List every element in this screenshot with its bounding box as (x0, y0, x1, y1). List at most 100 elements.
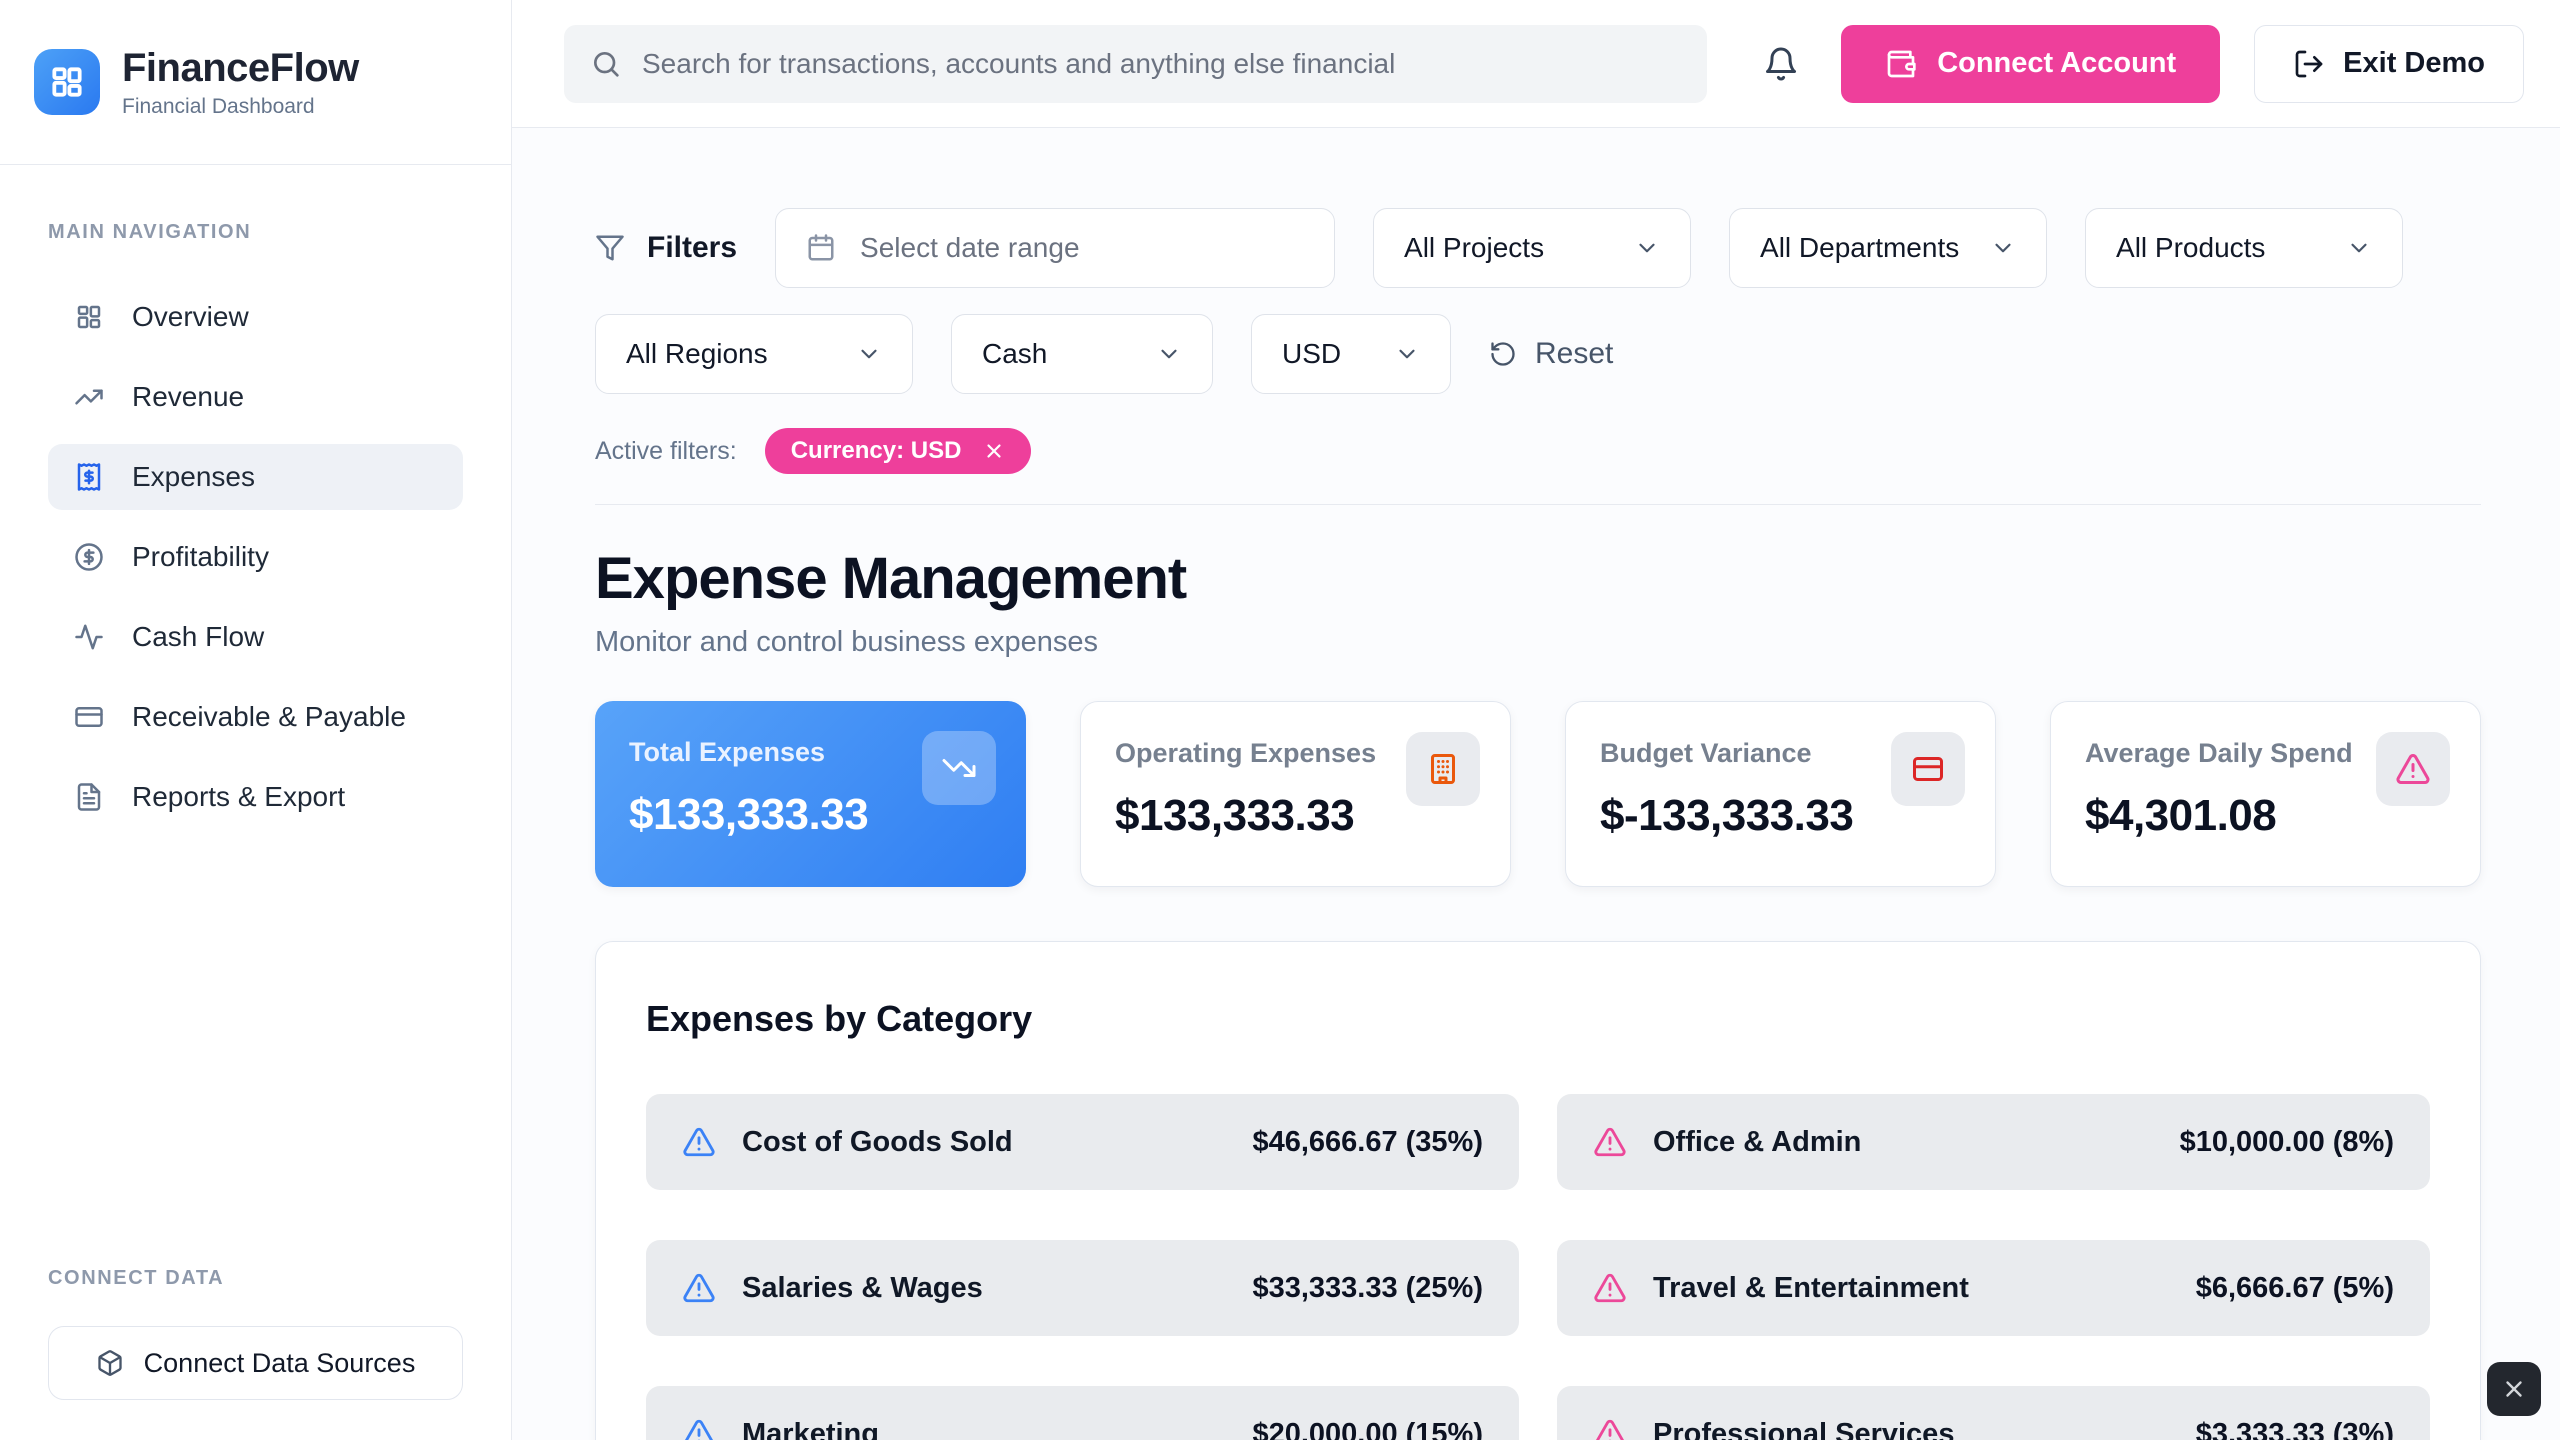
wallet-icon (1885, 48, 1917, 80)
regions-select-value: All Regions (626, 338, 768, 370)
connect-account-button[interactable]: Connect Account (1841, 25, 2220, 103)
alert-triangle-icon (682, 1271, 716, 1305)
calendar-icon (806, 233, 836, 263)
exit-demo-button[interactable]: Exit Demo (2254, 25, 2524, 103)
rotate-ccw-icon (1489, 340, 1517, 368)
connect-account-label: Connect Account (1937, 47, 2176, 80)
sidebar: FinanceFlow Financial Dashboard MAIN NAV… (0, 0, 512, 1440)
departments-select-value: All Departments (1760, 232, 1959, 264)
category-value: $20,000.00 (15%) (1252, 1418, 1483, 1440)
main-navigation: MAIN NAVIGATION Overview Revenue Expense… (0, 165, 511, 1267)
sidebar-item-reports-export[interactable]: Reports & Export (48, 764, 463, 830)
category-row-cost-of-goods-sold[interactable]: Cost of Goods Sold $46,666.67 (35%) (646, 1094, 1519, 1190)
active-filters-label: Active filters: (595, 437, 737, 466)
currency-filter-chip[interactable]: Currency: USD (765, 428, 1032, 474)
reset-filters-button[interactable]: Reset (1489, 337, 1613, 371)
credit-card-icon (1891, 732, 1965, 806)
projects-select[interactable]: All Projects (1373, 208, 1691, 288)
close-icon[interactable] (983, 440, 1005, 462)
sidebar-item-label: Cash Flow (132, 621, 264, 653)
app-title: FinanceFlow (122, 46, 359, 91)
alert-triangle-icon (1593, 1125, 1627, 1159)
page-header: Expense Management Monitor and control b… (563, 505, 2513, 659)
stat-card-operating-expenses[interactable]: Operating Expenses $133,333.33 (1080, 701, 1511, 887)
products-select-value: All Products (2116, 232, 2265, 264)
connect-data-section: CONNECT DATA Connect Data Sources (0, 1267, 511, 1440)
building-icon (1406, 732, 1480, 806)
file-text-icon (74, 782, 104, 812)
departments-select[interactable]: All Departments (1729, 208, 2047, 288)
category-name: Marketing (742, 1418, 1226, 1440)
package-icon (96, 1349, 124, 1377)
category-name: Cost of Goods Sold (742, 1126, 1226, 1159)
currency-select[interactable]: USD (1251, 314, 1451, 394)
category-name: Office & Admin (1653, 1126, 2154, 1159)
connect-data-sources-label: Connect Data Sources (144, 1348, 416, 1379)
projects-select-value: All Projects (1404, 232, 1544, 264)
category-value: $46,666.67 (35%) (1252, 1126, 1483, 1159)
page-content: Filters Select date range All Projects A… (512, 128, 2560, 1440)
chevron-down-icon (856, 341, 882, 367)
bell-icon (1763, 46, 1799, 82)
alert-triangle-icon (1593, 1271, 1627, 1305)
sidebar-item-label: Expenses (132, 461, 255, 493)
alert-triangle-icon (1593, 1417, 1627, 1440)
category-row-salaries-wages[interactable]: Salaries & Wages $33,333.33 (25%) (646, 1240, 1519, 1336)
products-select[interactable]: All Products (2085, 208, 2403, 288)
log-out-icon (2293, 48, 2325, 80)
trending-up-icon (74, 382, 104, 412)
notifications-button[interactable] (1755, 38, 1807, 90)
activity-icon (74, 622, 104, 652)
regions-select[interactable]: All Regions (595, 314, 913, 394)
date-range-placeholder: Select date range (860, 232, 1080, 264)
filters-label: Filters (647, 231, 737, 265)
sidebar-item-receivable-payable[interactable]: Receivable & Payable (48, 684, 463, 750)
date-range-input[interactable]: Select date range (775, 208, 1335, 288)
exit-demo-label: Exit Demo (2343, 47, 2485, 80)
brand-logo (34, 49, 100, 115)
sidebar-item-cash-flow[interactable]: Cash Flow (48, 604, 463, 670)
page-subtitle: Monitor and control business expenses (595, 626, 2481, 659)
sidebar-item-overview[interactable]: Overview (48, 284, 463, 350)
close-overlay-button[interactable] (2487, 1362, 2541, 1416)
sidebar-item-label: Receivable & Payable (132, 701, 406, 733)
category-row-travel-entertainment[interactable]: Travel & Entertainment $6,666.67 (5%) (1557, 1240, 2430, 1336)
sidebar-item-revenue[interactable]: Revenue (48, 364, 463, 430)
stat-card-total-expenses[interactable]: Total Expenses $133,333.33 (595, 701, 1026, 887)
sidebar-item-label: Overview (132, 301, 249, 333)
expenses-by-category-title: Expenses by Category (646, 998, 2430, 1040)
category-list: Cost of Goods Sold $46,666.67 (35%) Offi… (646, 1094, 2430, 1440)
app-subtitle: Financial Dashboard (122, 95, 359, 119)
alert-triangle-icon (682, 1125, 716, 1159)
category-value: $3,333.33 (3%) (2196, 1418, 2394, 1440)
stat-cards: Total Expenses $133,333.33 Operating Exp… (595, 701, 2481, 887)
connect-data-sources-button[interactable]: Connect Data Sources (48, 1326, 463, 1400)
credit-card-icon (74, 702, 104, 732)
reset-label: Reset (1535, 337, 1613, 371)
active-filters-row: Active filters: Currency: USD (595, 428, 2481, 474)
category-value: $33,333.33 (25%) (1252, 1272, 1483, 1305)
category-row-professional-services[interactable]: Professional Services $3,333.33 (3%) (1557, 1386, 2430, 1440)
topbar: Connect Account Exit Demo (512, 0, 2560, 128)
category-name: Salaries & Wages (742, 1272, 1226, 1305)
category-row-marketing[interactable]: Marketing $20,000.00 (15%) (646, 1386, 1519, 1440)
category-row-office-admin[interactable]: Office & Admin $10,000.00 (8%) (1557, 1094, 2430, 1190)
brand: FinanceFlow Financial Dashboard (0, 0, 511, 165)
account-type-select[interactable]: Cash (951, 314, 1213, 394)
stat-card-budget-variance[interactable]: Budget Variance $-133,333.33 (1565, 701, 1996, 887)
stat-card-average-daily-spend[interactable]: Average Daily Spend $4,301.08 (2050, 701, 2481, 887)
category-name: Travel & Entertainment (1653, 1272, 2170, 1305)
dollar-circle-icon (74, 542, 104, 572)
chevron-down-icon (1634, 235, 1660, 261)
search-input[interactable] (642, 48, 1681, 80)
sidebar-item-label: Reports & Export (132, 781, 345, 813)
currency-filter-chip-label: Currency: USD (791, 437, 962, 465)
sidebar-item-profitability[interactable]: Profitability (48, 524, 463, 590)
sidebar-item-label: Revenue (132, 381, 244, 413)
main-column: Connect Account Exit Demo Filters (512, 0, 2560, 1440)
dashboard-grid-icon (74, 302, 104, 332)
search-bar[interactable] (564, 25, 1707, 103)
category-value: $6,666.67 (5%) (2196, 1272, 2394, 1305)
sidebar-item-expenses[interactable]: Expenses (48, 444, 463, 510)
trending-down-icon (922, 731, 996, 805)
